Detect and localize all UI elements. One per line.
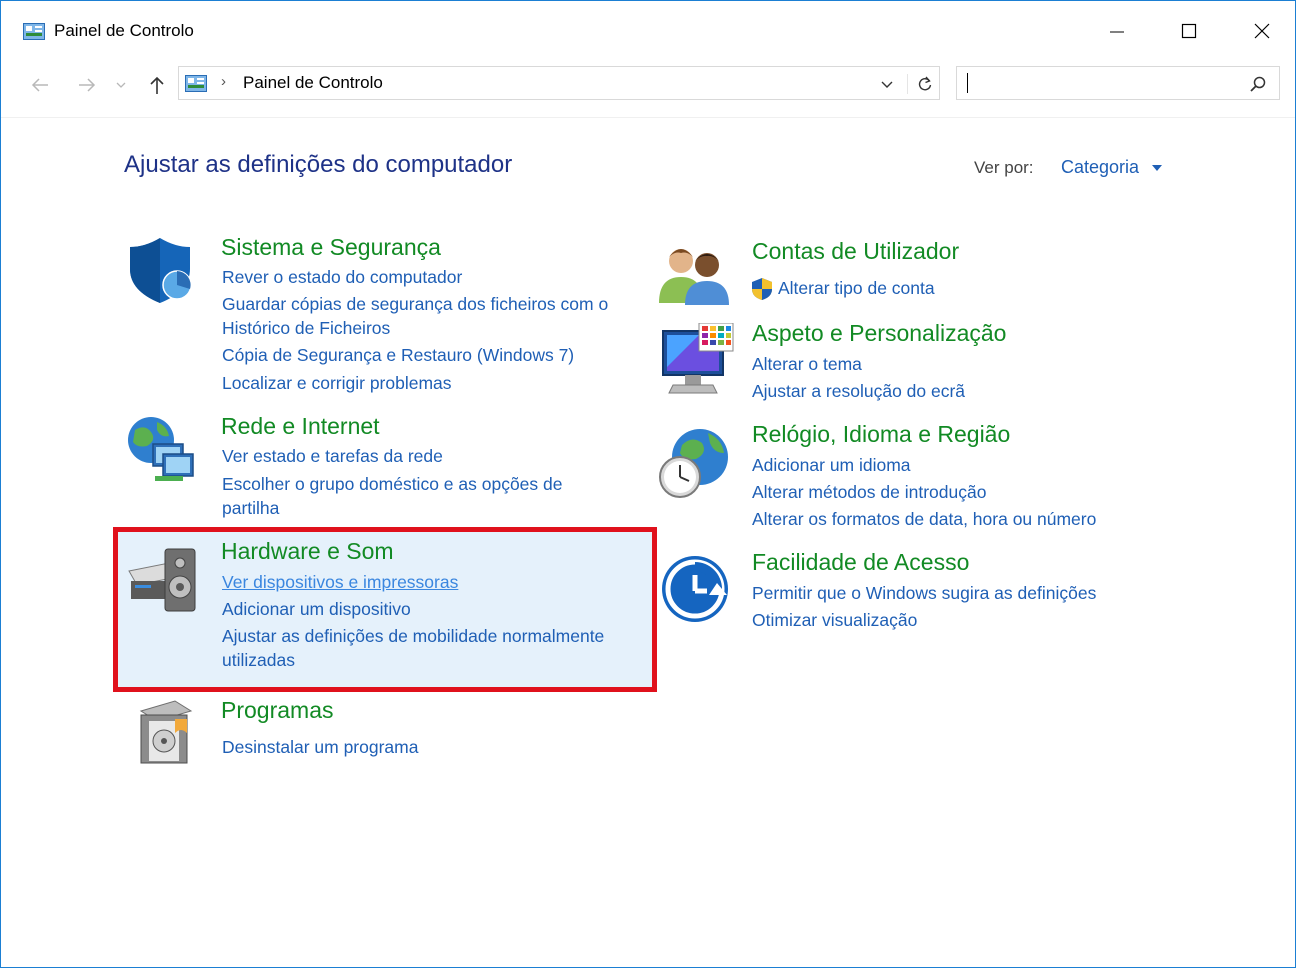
breadcrumb-separator: › bbox=[221, 73, 226, 90]
link-screen-resolution[interactable]: Ajustar a resolução do ecrã bbox=[752, 379, 965, 403]
view-by-label: Ver por: bbox=[974, 158, 1034, 177]
recent-locations-button[interactable] bbox=[111, 71, 131, 99]
minimize-button[interactable] bbox=[1094, 11, 1140, 51]
link-date-time-formats[interactable]: Alterar os formatos de data, hora ou núm… bbox=[752, 507, 1096, 531]
breadcrumb-item[interactable]: Painel de Controlo bbox=[243, 73, 383, 93]
search-icon[interactable] bbox=[1249, 75, 1267, 93]
window-title: Painel de Controlo bbox=[54, 21, 194, 40]
link-backup-restore[interactable]: Cópia de Segurança e Restauro (Windows 7… bbox=[222, 343, 574, 367]
category-title[interactable]: Programas bbox=[221, 697, 333, 724]
link-mobility-settings[interactable]: Ajustar as definições de mobilidade norm… bbox=[222, 624, 604, 648]
users-icon bbox=[659, 249, 729, 305]
link-file-history[interactable]: Histórico de Ficheiros bbox=[222, 316, 390, 340]
up-arrow-icon bbox=[150, 76, 164, 94]
printer-speaker-icon bbox=[128, 548, 196, 612]
link-devices-printers[interactable]: Ver dispositivos e impressoras bbox=[222, 570, 458, 594]
back-arrow-icon bbox=[31, 78, 48, 92]
link-change-theme[interactable]: Alterar o tema bbox=[752, 352, 862, 376]
monitor-palette-icon bbox=[662, 323, 734, 394]
refresh-button[interactable] bbox=[907, 74, 936, 94]
link-windows-suggest[interactable]: Permitir que o Windows sugira as definiç… bbox=[752, 581, 1096, 605]
chevron-down-icon bbox=[116, 82, 126, 88]
link-change-account-type[interactable]: Alterar tipo de conta bbox=[778, 276, 935, 300]
minimize-icon bbox=[1110, 31, 1124, 33]
link-sharing[interactable]: partilha bbox=[222, 496, 279, 520]
search-input[interactable] bbox=[956, 66, 1280, 100]
category-title[interactable]: Relógio, Idioma e Região bbox=[752, 421, 1010, 448]
link-review-status[interactable]: Rever o estado do computador bbox=[222, 265, 462, 289]
forward-arrow-icon bbox=[79, 78, 96, 92]
link-troubleshoot[interactable]: Localizar e corrigir problemas bbox=[222, 371, 452, 395]
link-homegroup[interactable]: Escolher o grupo doméstico e as opções d… bbox=[222, 472, 562, 496]
category-title[interactable]: Hardware e Som bbox=[221, 538, 394, 565]
control-panel-icon bbox=[185, 75, 207, 92]
clock-globe-icon bbox=[659, 429, 728, 498]
accessibility-icon bbox=[662, 556, 728, 622]
dropdown-arrow-icon[interactable] bbox=[1152, 165, 1162, 171]
category-title[interactable]: Aspeto e Personalização bbox=[752, 320, 1006, 347]
view-by-dropdown[interactable]: Categoria bbox=[1061, 157, 1139, 178]
shield-icon bbox=[130, 238, 192, 303]
page-title: Ajustar as definições do computador bbox=[124, 151, 513, 178]
text-caret bbox=[967, 73, 968, 93]
link-add-device[interactable]: Adicionar um dispositivo bbox=[222, 597, 411, 621]
link-network-status[interactable]: Ver estado e tarefas da rede bbox=[222, 444, 443, 468]
maximize-button[interactable] bbox=[1166, 11, 1212, 51]
category-title[interactable]: Sistema e Segurança bbox=[221, 234, 441, 261]
category-title[interactable]: Contas de Utilizador bbox=[752, 238, 959, 265]
control-panel-window: Painel de Controlo › Painel de Controlo … bbox=[0, 0, 1296, 968]
link-input-methods[interactable]: Alterar métodos de introdução bbox=[752, 480, 986, 504]
link-add-language[interactable]: Adicionar um idioma bbox=[752, 453, 911, 477]
link-file-backup[interactable]: Guardar cópias de segurança dos ficheiro… bbox=[222, 292, 608, 316]
programs-icon bbox=[139, 700, 193, 764]
back-button[interactable] bbox=[26, 71, 54, 99]
category-title[interactable]: Rede e Internet bbox=[221, 413, 380, 440]
category-title[interactable]: Facilidade de Acesso bbox=[752, 549, 969, 576]
chevron-down-icon[interactable] bbox=[879, 76, 895, 92]
title-bar: Painel de Controlo bbox=[1, 1, 1295, 61]
link-optimize-display[interactable]: Otimizar visualização bbox=[752, 608, 917, 632]
network-globe-icon bbox=[128, 417, 194, 481]
address-bar[interactable]: › Painel de Controlo bbox=[178, 66, 940, 100]
link-mobility-settings-cont[interactable]: utilizadas bbox=[222, 648, 295, 672]
refresh-icon bbox=[918, 76, 932, 91]
up-button[interactable] bbox=[143, 71, 171, 99]
control-panel-app-icon bbox=[23, 23, 45, 40]
close-button[interactable] bbox=[1239, 11, 1285, 51]
close-icon bbox=[1254, 23, 1270, 39]
uac-shield-icon bbox=[752, 278, 772, 300]
toolbar-divider bbox=[1, 117, 1295, 118]
maximize-icon bbox=[1181, 23, 1197, 39]
forward-button[interactable] bbox=[73, 71, 101, 99]
link-uninstall-program[interactable]: Desinstalar um programa bbox=[222, 735, 418, 759]
